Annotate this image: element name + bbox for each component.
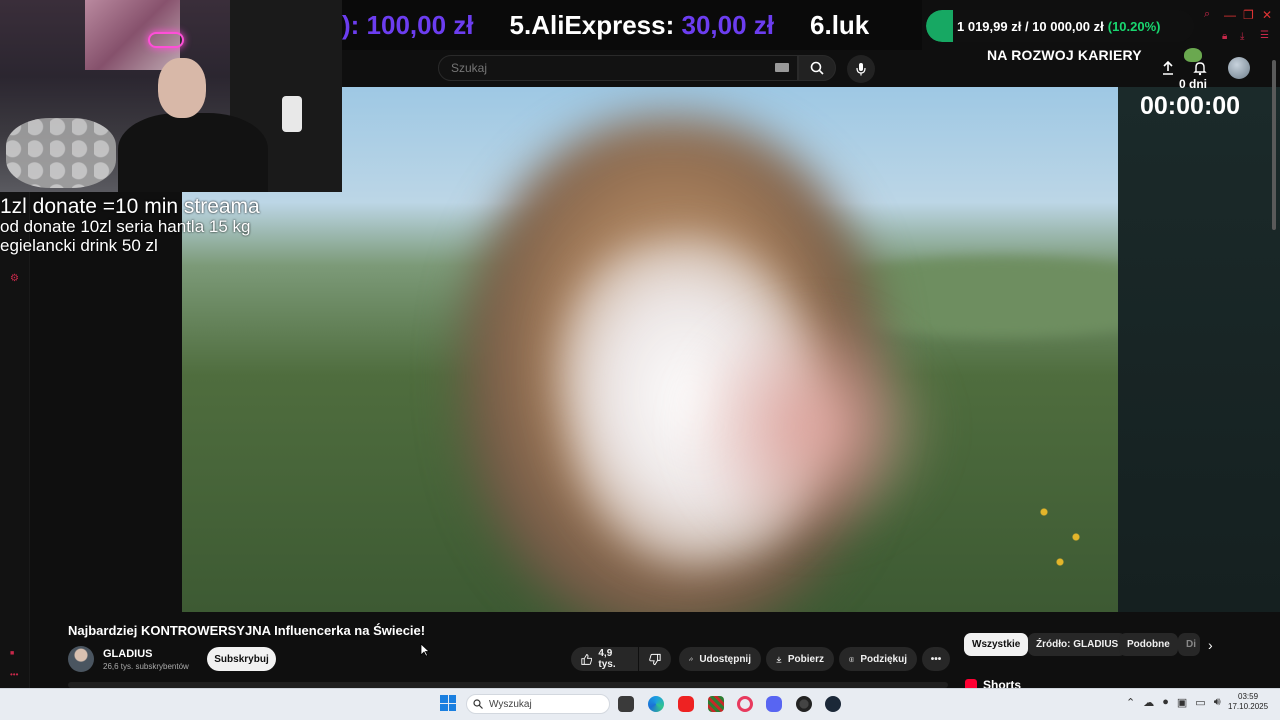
settings-icon[interactable]: ⚙ [10, 273, 19, 284]
rule-line-2: od donate 10zl seria hantla 15 kg [0, 217, 251, 237]
right-column-bg [1118, 87, 1280, 612]
maximize-icon[interactable]: ❐ [1243, 8, 1254, 22]
webcam-overlay [0, 0, 342, 192]
streamer-head [158, 58, 206, 118]
subscribe-button[interactable]: Subskrybuj [207, 647, 276, 671]
clock-time: 03:59 [1238, 692, 1259, 701]
sidebar-glyph: ■ [10, 650, 15, 657]
menu-icon[interactable]: ☰ [1260, 30, 1269, 41]
display-icon[interactable]: ▭ [1195, 696, 1205, 709]
clock-date: 17.10.2025 [1228, 702, 1269, 712]
video-blurred-hand [682, 307, 942, 547]
like-button[interactable]: 4,9 tys. [571, 647, 638, 671]
download-icon [776, 656, 782, 663]
share-button[interactable]: Udostępnij [679, 647, 761, 671]
download-icon-small[interactable]: ⤓ [1240, 31, 1244, 42]
ticker-name-3: 6.luk [810, 9, 870, 40]
search-input[interactable] [438, 55, 798, 81]
video-title: Najbardziej KONTROWERSYJNA Influencerka … [68, 623, 426, 638]
microphone-icon [856, 63, 866, 76]
rule-line-3: egielancki drink 50 zl [0, 235, 158, 255]
taskbar-clock[interactable]: 03:59 17.10.2025 [1228, 692, 1268, 713]
chip-source[interactable]: Źródło: GLADIUS [1028, 633, 1127, 656]
mouse-cursor-icon [420, 643, 431, 662]
lock-icon[interactable]: 🔒︎ [1222, 31, 1227, 42]
ticker-amount-1: ): 100,00 zł [342, 9, 474, 40]
donation-rules-overlay: 1zl donate =10 min streama od donate 10z… [0, 195, 260, 255]
app-icon[interactable] [708, 696, 724, 712]
search-button[interactable] [798, 55, 836, 81]
stream-timer: 00:00:00 [1140, 92, 1241, 120]
cloud-icon[interactable]: ☁ [1143, 696, 1154, 709]
donation-ticker: ): 100,00 zł 5.AliExpress: 30,00 zł 6.lu… [342, 0, 922, 50]
task-view-icon[interactable] [618, 696, 634, 712]
upload-icon[interactable] [1160, 60, 1176, 81]
youtube-icon[interactable] [678, 696, 694, 712]
more-actions-button[interactable]: ••• [922, 647, 950, 671]
thumbs-up-icon [581, 653, 593, 665]
taskbar-search[interactable]: Wyszukaj [466, 694, 610, 714]
search-icon [473, 699, 483, 709]
account-avatar[interactable] [1228, 57, 1250, 79]
video-flowers [1028, 482, 1108, 582]
search-icon [810, 61, 824, 75]
minimize-icon[interactable]: — [1224, 8, 1236, 22]
dislike-button[interactable] [639, 647, 671, 671]
share-icon [689, 657, 694, 661]
steam-icon[interactable] [825, 696, 841, 712]
chip-all[interactable]: Wszystkie [964, 633, 1029, 656]
voice-search-button[interactable] [847, 55, 875, 83]
streamer [118, 58, 268, 192]
thumbs-down-icon [649, 653, 661, 665]
neon-open-sign [148, 32, 184, 48]
more-dots-icon: ••• [930, 653, 942, 665]
search-icon-small[interactable]: ⌕ [1204, 8, 1210, 21]
streamer-body [118, 113, 268, 192]
career-goal-title: NA ROZWOJ KARIERY [987, 47, 1142, 63]
volume-icon[interactable]: 🔊︎ [1214, 696, 1221, 709]
vpn-icon[interactable]: ▣ [1177, 696, 1187, 709]
channel-avatar[interactable] [68, 646, 94, 672]
taskbar-search-label: Wyszukaj [489, 698, 532, 710]
windows-taskbar [0, 688, 1280, 720]
ticker-name-2: 5.AliExpress: [509, 9, 675, 40]
more-dots-icon[interactable]: ••• [10, 670, 18, 679]
windows-start-icon[interactable] [440, 695, 456, 711]
channel-name[interactable]: GLADIUS [103, 648, 153, 660]
svg-text:$: $ [851, 657, 853, 661]
chip-similar[interactable]: Podobne [1119, 633, 1178, 656]
goal-progress-fill [926, 10, 953, 42]
goal-percent: (10.20%) [1107, 18, 1161, 34]
thanks-label: Podziękuj [860, 653, 907, 665]
opera-icon[interactable] [737, 696, 753, 712]
goal-text: 1 019,99 zł / 10 000,00 zł [957, 18, 1104, 34]
ticker-amount-2: 30,00 zł [681, 9, 775, 40]
download-button[interactable]: Pobierz [766, 647, 834, 671]
super-thanks-icon: $ [849, 656, 855, 662]
edge-icon[interactable] [648, 696, 664, 712]
pillow [6, 118, 116, 188]
keyboard-icon[interactable] [775, 63, 789, 72]
app-icon-2[interactable] [796, 696, 812, 712]
download-label: Pobierz [787, 653, 824, 665]
subscriber-count: 26,6 tys. subskrybentów [103, 662, 189, 671]
lamp [282, 96, 302, 132]
mic-tray-icon[interactable]: ● [1162, 696, 1169, 709]
thanks-button[interactable]: $ Podziękuj [839, 647, 917, 671]
chevron-up-icon[interactable]: ⌃ [1126, 696, 1135, 709]
like-count: 4,9 tys. [598, 648, 616, 670]
discord-icon[interactable] [766, 696, 782, 712]
page-scrollbar[interactable] [1272, 60, 1276, 230]
donation-goal-bar: 1 019,99 zł / 10 000,00 zł (10.20%) [926, 10, 1194, 42]
system-tray: ⌃ ☁ ● ▣ ▭ 🔊︎ [1126, 696, 1221, 709]
chevron-right-icon[interactable]: › [1208, 637, 1213, 653]
days-counter: 0 dni [1179, 77, 1208, 91]
chip-truncated[interactable]: Di [1178, 633, 1200, 656]
rule-line-1: 1zl donate =10 min streama [0, 195, 260, 218]
share-label: Udostępnij [699, 653, 751, 665]
close-icon[interactable]: ✕ [1262, 8, 1272, 22]
